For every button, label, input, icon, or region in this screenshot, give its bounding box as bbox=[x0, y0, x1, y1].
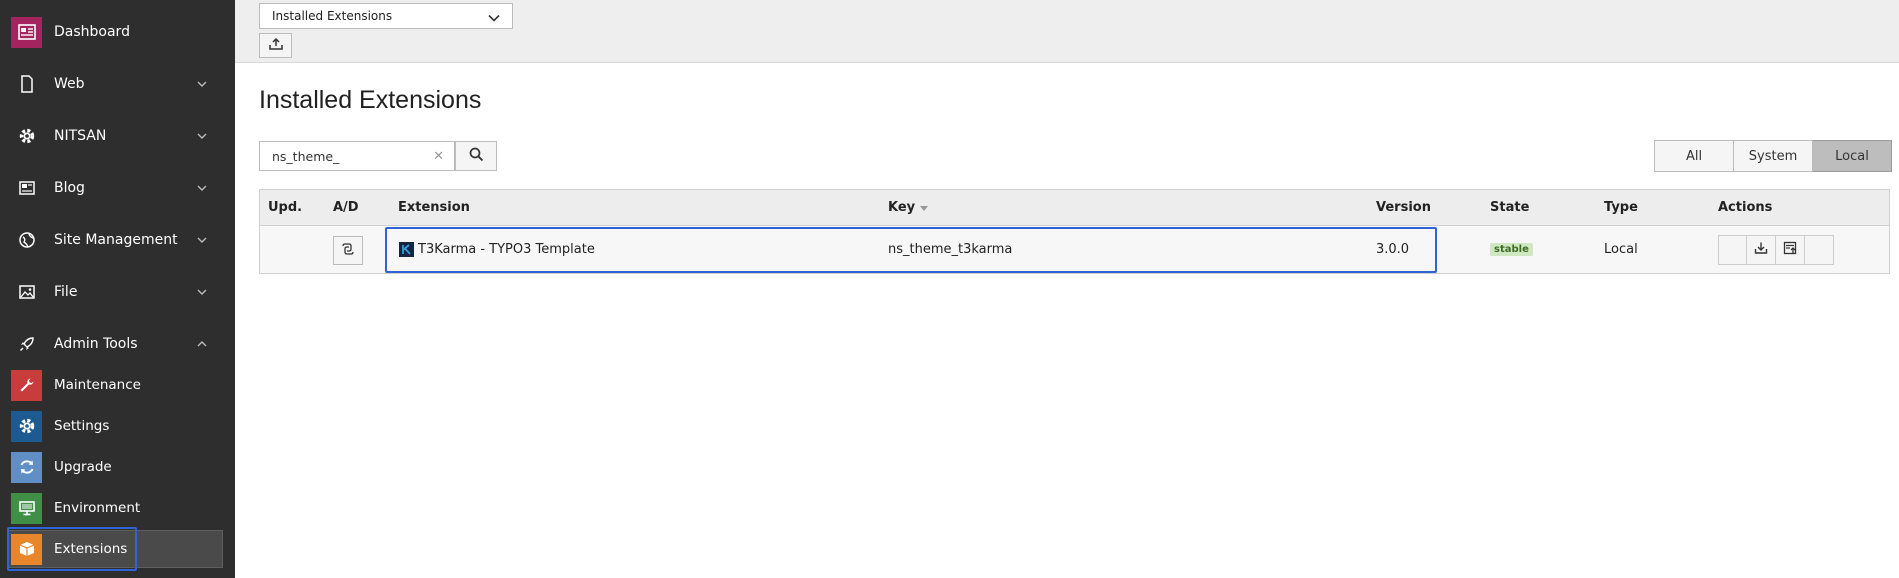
highlight-box bbox=[385, 227, 1437, 273]
update-script-button[interactable] bbox=[1776, 235, 1805, 265]
sidebar-item-label: File bbox=[54, 284, 78, 300]
script-upload-icon bbox=[1783, 241, 1797, 259]
chevron-down-icon[interactable] bbox=[196, 234, 208, 246]
globe-icon bbox=[11, 225, 42, 256]
page-icon bbox=[11, 69, 42, 100]
refresh-icon bbox=[11, 451, 42, 483]
sidebar-item-blog[interactable]: Blog bbox=[0, 166, 235, 210]
module-label: Environment bbox=[54, 500, 141, 516]
search-icon bbox=[469, 147, 484, 166]
actions-group bbox=[1718, 235, 1834, 265]
dashboard-icon bbox=[11, 16, 42, 48]
search-button[interactable] bbox=[455, 141, 497, 171]
sidebar-item-nitsan[interactable]: NITSAN bbox=[0, 114, 235, 158]
chevron-down-icon[interactable] bbox=[196, 182, 208, 194]
chevron-down-icon[interactable] bbox=[196, 78, 208, 90]
sidebar-item-label: Site Management bbox=[54, 232, 178, 248]
sidebar-item-dashboard[interactable]: Dashboard bbox=[0, 10, 235, 54]
module-label: Upgrade bbox=[54, 459, 112, 475]
activate-deactivate-button[interactable] bbox=[333, 236, 363, 265]
column-header-version[interactable]: Version bbox=[1376, 200, 1431, 215]
newspaper-icon bbox=[11, 173, 42, 204]
image-icon bbox=[11, 277, 42, 308]
sidebar-item-admin-tools[interactable]: Admin Tools bbox=[0, 322, 235, 366]
sort-caret-icon bbox=[919, 200, 928, 215]
chevron-up-icon[interactable] bbox=[196, 338, 208, 350]
chevron-down-icon bbox=[488, 11, 500, 25]
view-select[interactable]: Installed Extensions bbox=[259, 3, 513, 29]
sidebar-item-label: Dashboard bbox=[54, 24, 130, 40]
gear-icon bbox=[11, 121, 42, 152]
column-header-actions: Actions bbox=[1718, 200, 1773, 215]
wrench-icon bbox=[11, 369, 42, 401]
filter-button-group: All System Local bbox=[1654, 140, 1892, 172]
search-input[interactable]: ns_theme_ ✕ bbox=[259, 141, 455, 171]
table-header: Upd. A/D Extension Key Version State Typ… bbox=[260, 190, 1889, 226]
view-select-value: Installed Extensions bbox=[272, 9, 393, 23]
highlight-box bbox=[7, 527, 137, 571]
monitor-icon bbox=[11, 492, 42, 524]
column-header-ad[interactable]: A/D bbox=[333, 200, 359, 215]
module-environment[interactable]: Environment bbox=[0, 489, 235, 527]
sidebar-item-label: Web bbox=[54, 76, 85, 92]
upload-icon bbox=[268, 37, 284, 55]
extension-type: Local bbox=[1604, 242, 1638, 257]
search-input-value: ns_theme_ bbox=[272, 148, 340, 164]
module-label: Maintenance bbox=[54, 377, 141, 393]
empty-action-button[interactable] bbox=[1805, 235, 1834, 265]
plug-icon bbox=[340, 242, 356, 260]
column-header-type[interactable]: Type bbox=[1604, 200, 1638, 215]
module-maintenance[interactable]: Maintenance bbox=[0, 366, 235, 404]
module-label: Settings bbox=[54, 418, 110, 434]
gear-icon bbox=[11, 410, 42, 442]
sidebar-item-label: NITSAN bbox=[54, 128, 107, 144]
download-icon bbox=[1754, 241, 1768, 259]
column-header-key[interactable]: Key bbox=[888, 200, 928, 215]
sidebar-item-file[interactable]: File bbox=[0, 270, 235, 314]
sidebar-item-label: Blog bbox=[54, 180, 85, 196]
filter-local-button[interactable]: Local bbox=[1813, 140, 1892, 172]
module-docheader: Installed Extensions bbox=[235, 0, 1899, 63]
column-header-extension[interactable]: Extension bbox=[398, 200, 470, 215]
module-settings[interactable]: Settings bbox=[0, 407, 235, 445]
chevron-down-icon[interactable] bbox=[196, 286, 208, 298]
clear-icon[interactable]: ✕ bbox=[433, 149, 444, 164]
filter-system-button[interactable]: System bbox=[1734, 140, 1813, 172]
filter-all-button[interactable]: All bbox=[1654, 140, 1734, 172]
sidebar-item-web[interactable]: Web bbox=[0, 62, 235, 106]
empty-action-button[interactable] bbox=[1718, 235, 1747, 265]
status-badge: stable bbox=[1490, 243, 1533, 256]
column-header-upd[interactable]: Upd. bbox=[268, 200, 302, 215]
module-upgrade[interactable]: Upgrade bbox=[0, 448, 235, 486]
rocket-icon bbox=[11, 329, 42, 360]
upload-extension-button[interactable] bbox=[259, 33, 292, 58]
sidebar-item-label: Admin Tools bbox=[54, 336, 138, 352]
column-header-state[interactable]: State bbox=[1490, 200, 1529, 215]
chevron-down-icon[interactable] bbox=[196, 130, 208, 142]
page-title: Installed Extensions bbox=[259, 86, 482, 114]
sidebar: Dashboard Web NITSAN Blog Site Managemen… bbox=[0, 0, 235, 578]
sidebar-item-site-management[interactable]: Site Management bbox=[0, 218, 235, 262]
column-header-key-label: Key bbox=[888, 200, 916, 215]
download-button[interactable] bbox=[1747, 235, 1776, 265]
